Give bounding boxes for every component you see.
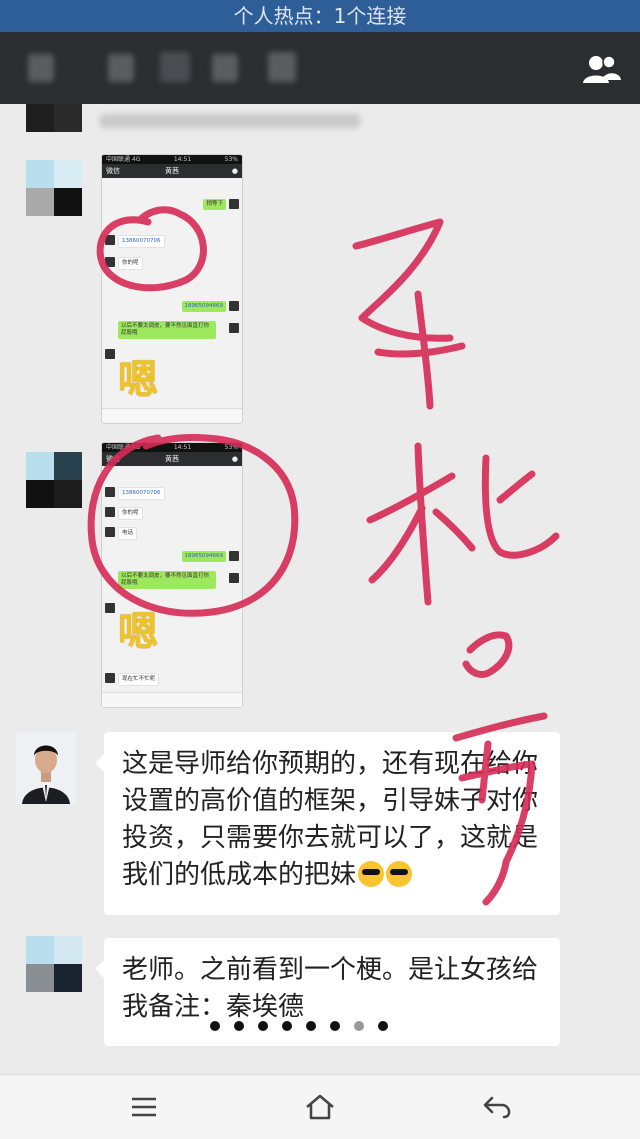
thumb-time: 14:51 xyxy=(173,444,192,451)
message-text: 这是导师给你预期的，还有现在给你设置的高价值的框架，引导妹子对你投资，只需要你去… xyxy=(122,749,539,890)
chat-area[interactable]: 中国联通 4G 14:51 53% 微信 黄茜 ● 稍等下 1386007070… xyxy=(0,104,640,1074)
thumb-msg: 13860070706 xyxy=(118,487,165,500)
thumb-sticker: 嗯 xyxy=(118,357,158,403)
blurred-title xyxy=(108,54,134,82)
thumb-avatar xyxy=(105,507,115,517)
thumb-back: 微信 xyxy=(106,455,120,463)
page-dot xyxy=(282,1021,292,1031)
thumb-msg: 18965094669 xyxy=(181,301,226,312)
thumb-carrier: 中国联通 4G xyxy=(106,444,141,451)
avatar[interactable] xyxy=(26,160,82,216)
page-dot xyxy=(378,1021,388,1031)
thumb-profile-icon: ● xyxy=(231,167,238,175)
home-button[interactable] xyxy=(300,1089,340,1125)
thumb-avatar xyxy=(229,301,239,311)
system-nav-bar xyxy=(0,1074,640,1139)
page-dot xyxy=(234,1021,244,1031)
message-text: 老师。之前看到一个梗。是让女孩给我备注：秦埃德 xyxy=(122,955,539,1022)
back-button[interactable] xyxy=(478,1089,518,1125)
home-icon xyxy=(306,1094,334,1120)
person-icon xyxy=(16,732,76,804)
blurred-title xyxy=(268,52,296,82)
teacher-avatar[interactable] xyxy=(16,732,76,804)
page-dot xyxy=(258,1021,268,1031)
thumb-battery: 53% xyxy=(224,156,238,163)
thumb-avatar xyxy=(105,603,115,613)
thumb-header: 微信 黄茜 ● xyxy=(102,164,242,178)
avatar[interactable] xyxy=(26,104,82,134)
screenshot-image-1[interactable]: 中国联通 4G 14:51 53% 微信 黄茜 ● 稍等下 1386007070… xyxy=(101,154,243,424)
cool-emoji-icon xyxy=(358,861,385,887)
page-dot xyxy=(330,1021,340,1031)
thumb-avatar xyxy=(229,551,239,561)
screenshot-image-2[interactable]: 中国联通 4G 14:51 53% 微信 黄茜 ● 13860070706 你的… xyxy=(101,442,243,708)
thumb-profile-icon: ● xyxy=(231,455,238,463)
thumb-title: 黄茜 xyxy=(165,455,179,463)
thumb-avatar xyxy=(229,323,239,333)
blurred-title xyxy=(212,54,238,82)
thumb-avatar xyxy=(105,235,115,245)
status-bar: 个人热点：1个连接 xyxy=(0,0,640,32)
page-indicator xyxy=(210,1021,388,1031)
message-bubble-1[interactable]: 这是导师给你预期的，还有现在给你设置的高价值的框架，引导妹子对你投资，只需要你去… xyxy=(95,732,560,915)
blurred-title xyxy=(160,52,190,82)
thumb-msg: 现在忙不忙呢 xyxy=(118,673,160,686)
thumb-avatar xyxy=(105,673,115,683)
back-icon xyxy=(483,1096,511,1119)
page-dot xyxy=(354,1021,364,1031)
blurred-content xyxy=(100,114,360,128)
hotspot-status-text: 个人热点：1个连接 xyxy=(233,4,407,28)
thumb-msg: 以后不要太调皮，要不然见面直打你屁股哦 xyxy=(118,571,216,589)
thumb-avatar xyxy=(229,573,239,583)
thumb-msg: 电话 xyxy=(118,527,138,540)
cool-emoji-icon xyxy=(386,861,413,887)
thumb-avatar xyxy=(105,487,115,497)
page-dot xyxy=(306,1021,316,1031)
thumb-msg: 13860070706 xyxy=(118,235,165,248)
thumb-msg: 以后不要太调皮，要不然见面直打你屁股哦 xyxy=(118,321,216,339)
thumb-avatar xyxy=(105,527,115,537)
thumb-input xyxy=(102,408,242,423)
thumb-carrier: 中国联通 4G xyxy=(106,156,141,163)
thumb-back: 微信 xyxy=(106,167,120,175)
thumb-status: 中国联通 4G 14:51 53% xyxy=(102,155,242,164)
thumb-status: 中国联通 4G 14:51 53% xyxy=(102,443,242,452)
thumb-avatar xyxy=(229,199,239,209)
avatar[interactable] xyxy=(26,936,82,992)
page-dot xyxy=(210,1021,220,1031)
menu-button[interactable] xyxy=(124,1089,164,1125)
blurred-title xyxy=(28,54,54,82)
thumb-time: 14:51 xyxy=(173,156,192,163)
thumb-msg: 稍等下 xyxy=(203,199,226,210)
contacts-icon[interactable] xyxy=(582,54,622,84)
menu-icon xyxy=(132,1097,156,1117)
thumb-battery: 53% xyxy=(224,444,238,451)
thumb-avatar xyxy=(105,349,115,359)
thumb-avatar xyxy=(105,257,115,267)
thumb-msg: 你的呢 xyxy=(118,507,143,520)
chat-header xyxy=(0,32,640,104)
thumb-msg: 你的呢 xyxy=(118,257,143,270)
thumb-input xyxy=(102,692,242,707)
avatar[interactable] xyxy=(26,452,82,508)
thumb-header: 微信 黄茜 ● xyxy=(102,452,242,466)
thumb-sticker: 嗯 xyxy=(118,609,158,655)
thumb-title: 黄茜 xyxy=(165,167,179,175)
thumb-msg: 18965094669 xyxy=(181,551,226,562)
